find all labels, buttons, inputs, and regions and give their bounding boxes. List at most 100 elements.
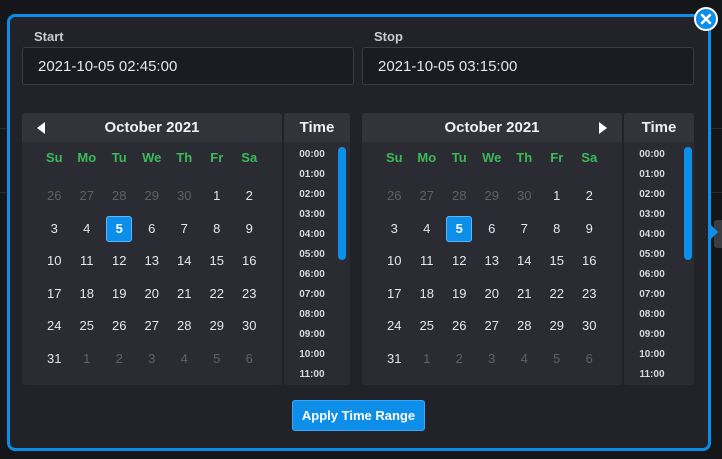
time-option[interactable]: 02:00 — [624, 185, 680, 205]
time-option[interactable]: 08:00 — [284, 305, 340, 325]
calendar-day[interactable]: 26 — [103, 313, 136, 339]
calendar-day[interactable]: 6 — [136, 216, 169, 242]
selected-day[interactable]: 5 — [446, 215, 473, 242]
calendar-day[interactable]: 24 — [38, 313, 71, 339]
calendar-day[interactable]: 10 — [38, 248, 71, 274]
outside-month-day[interactable]: 5 — [541, 346, 574, 372]
calendar-day[interactable]: 15 — [201, 248, 234, 274]
calendar-day[interactable]: 8 — [541, 216, 574, 242]
outside-month-day[interactable]: 29 — [136, 183, 169, 209]
calendar-day[interactable]: 22 — [201, 281, 234, 307]
time-option[interactable]: 04:00 — [624, 225, 680, 245]
time-option[interactable]: 10:00 — [284, 345, 340, 365]
outside-month-day[interactable]: 4 — [508, 346, 541, 372]
chevron-right-icon[interactable] — [596, 121, 610, 135]
time-option[interactable]: 04:00 — [284, 225, 340, 245]
calendar-day[interactable]: 25 — [411, 313, 444, 339]
outside-month-day[interactable]: 29 — [476, 183, 509, 209]
outside-month-day[interactable]: 28 — [443, 183, 476, 209]
calendar-day[interactable]: 17 — [38, 281, 71, 307]
time-option[interactable]: 05:00 — [624, 245, 680, 265]
close-icon[interactable] — [694, 7, 718, 31]
calendar-day[interactable]: 13 — [136, 248, 169, 274]
calendar-day[interactable]: 24 — [378, 313, 411, 339]
outside-month-day[interactable]: 1 — [411, 346, 444, 372]
calendar-day[interactable]: 21 — [508, 281, 541, 307]
calendar-day[interactable]: 29 — [201, 313, 234, 339]
calendar-day[interactable]: 31 — [378, 346, 411, 372]
calendar-day[interactable]: 4 — [71, 216, 104, 242]
outside-month-day[interactable]: 4 — [168, 346, 201, 372]
calendar-day[interactable]: 9 — [573, 216, 606, 242]
calendar-day[interactable]: 11 — [411, 248, 444, 274]
outside-month-day[interactable]: 3 — [136, 346, 169, 372]
calendar-day[interactable]: 15 — [541, 248, 574, 274]
outside-month-day[interactable]: 5 — [201, 346, 234, 372]
time-option[interactable]: 09:00 — [624, 325, 680, 345]
outside-month-day[interactable]: 28 — [103, 183, 136, 209]
calendar-day[interactable]: 17 — [378, 281, 411, 307]
time-option[interactable]: 08:00 — [624, 305, 680, 325]
time-list[interactable]: 00:00 01:00 02:00 03:00 04:00 05:00 06:00 07:00… — [624, 142, 680, 385]
time-option[interactable]: 02:00 — [284, 185, 340, 205]
calendar-day[interactable]: 14 — [508, 248, 541, 274]
time-option[interactable]: 11:00 — [624, 365, 680, 385]
calendar-day[interactable]: 11 — [71, 248, 104, 274]
time-option[interactable]: 07:00 — [624, 285, 680, 305]
calendar-day[interactable]: 1 — [201, 183, 234, 209]
calendar-day[interactable]: 4 — [411, 216, 444, 242]
calendar-day[interactable]: 1 — [541, 183, 574, 209]
calendar-day[interactable]: 16 — [573, 248, 606, 274]
calendar-day[interactable]: 7 — [508, 216, 541, 242]
time-scrollbar[interactable] — [684, 147, 692, 260]
time-option[interactable]: 09:00 — [284, 325, 340, 345]
outside-month-day[interactable]: 3 — [476, 346, 509, 372]
calendar-day[interactable]: 26 — [443, 313, 476, 339]
time-option[interactable]: 10:00 — [624, 345, 680, 365]
stop-input[interactable] — [362, 47, 694, 85]
calendar-day[interactable]: 13 — [476, 248, 509, 274]
calendar-day[interactable]: 27 — [476, 313, 509, 339]
calendar-day[interactable]: 28 — [168, 313, 201, 339]
calendar-day[interactable]: 22 — [541, 281, 574, 307]
time-option[interactable]: 06:00 — [624, 265, 680, 285]
apply-time-range-button[interactable]: Apply Time Range — [292, 400, 425, 431]
chevron-left-icon[interactable] — [34, 121, 48, 135]
time-option[interactable]: 05:00 — [284, 245, 340, 265]
outside-month-day[interactable]: 6 — [573, 346, 606, 372]
calendar-day[interactable]: 30 — [573, 313, 606, 339]
calendar-day[interactable]: 19 — [443, 281, 476, 307]
calendar-day[interactable]: 18 — [411, 281, 444, 307]
time-list[interactable]: 00:00 01:00 02:00 03:00 04:00 05:00 06:00 07:00… — [284, 142, 340, 385]
time-option[interactable]: 06:00 — [284, 265, 340, 285]
outside-month-day[interactable]: 2 — [103, 346, 136, 372]
outside-month-day[interactable]: 26 — [38, 183, 71, 209]
calendar-day[interactable]: 3 — [38, 216, 71, 242]
calendar-day[interactable]: 10 — [378, 248, 411, 274]
calendar-day[interactable]: 3 — [378, 216, 411, 242]
calendar-day[interactable]: 8 — [201, 216, 234, 242]
time-option[interactable]: 03:00 — [284, 205, 340, 225]
calendar-day[interactable]: 23 — [233, 281, 266, 307]
calendar-day[interactable]: 9 — [233, 216, 266, 242]
outside-month-day[interactable]: 27 — [411, 183, 444, 209]
outside-month-day[interactable]: 2 — [443, 346, 476, 372]
outside-month-day[interactable]: 30 — [508, 183, 541, 209]
calendar-day[interactable]: 16 — [233, 248, 266, 274]
time-option[interactable]: 00:00 — [624, 145, 680, 165]
calendar-day[interactable]: 20 — [136, 281, 169, 307]
calendar-day[interactable]: 6 — [476, 216, 509, 242]
calendar-day[interactable]: 20 — [476, 281, 509, 307]
outside-month-day[interactable]: 27 — [71, 183, 104, 209]
calendar-day[interactable]: 2 — [233, 183, 266, 209]
time-option[interactable]: 03:00 — [624, 205, 680, 225]
calendar-day[interactable]: 12 — [443, 248, 476, 274]
calendar-day[interactable]: 28 — [508, 313, 541, 339]
calendar-day[interactable]: 14 — [168, 248, 201, 274]
calendar-day[interactable]: 23 — [573, 281, 606, 307]
calendar-day[interactable]: 12 — [103, 248, 136, 274]
outside-month-day[interactable]: 30 — [168, 183, 201, 209]
outside-month-day[interactable]: 6 — [233, 346, 266, 372]
calendar-day[interactable]: 31 — [38, 346, 71, 372]
time-scrollbar[interactable] — [338, 147, 346, 260]
